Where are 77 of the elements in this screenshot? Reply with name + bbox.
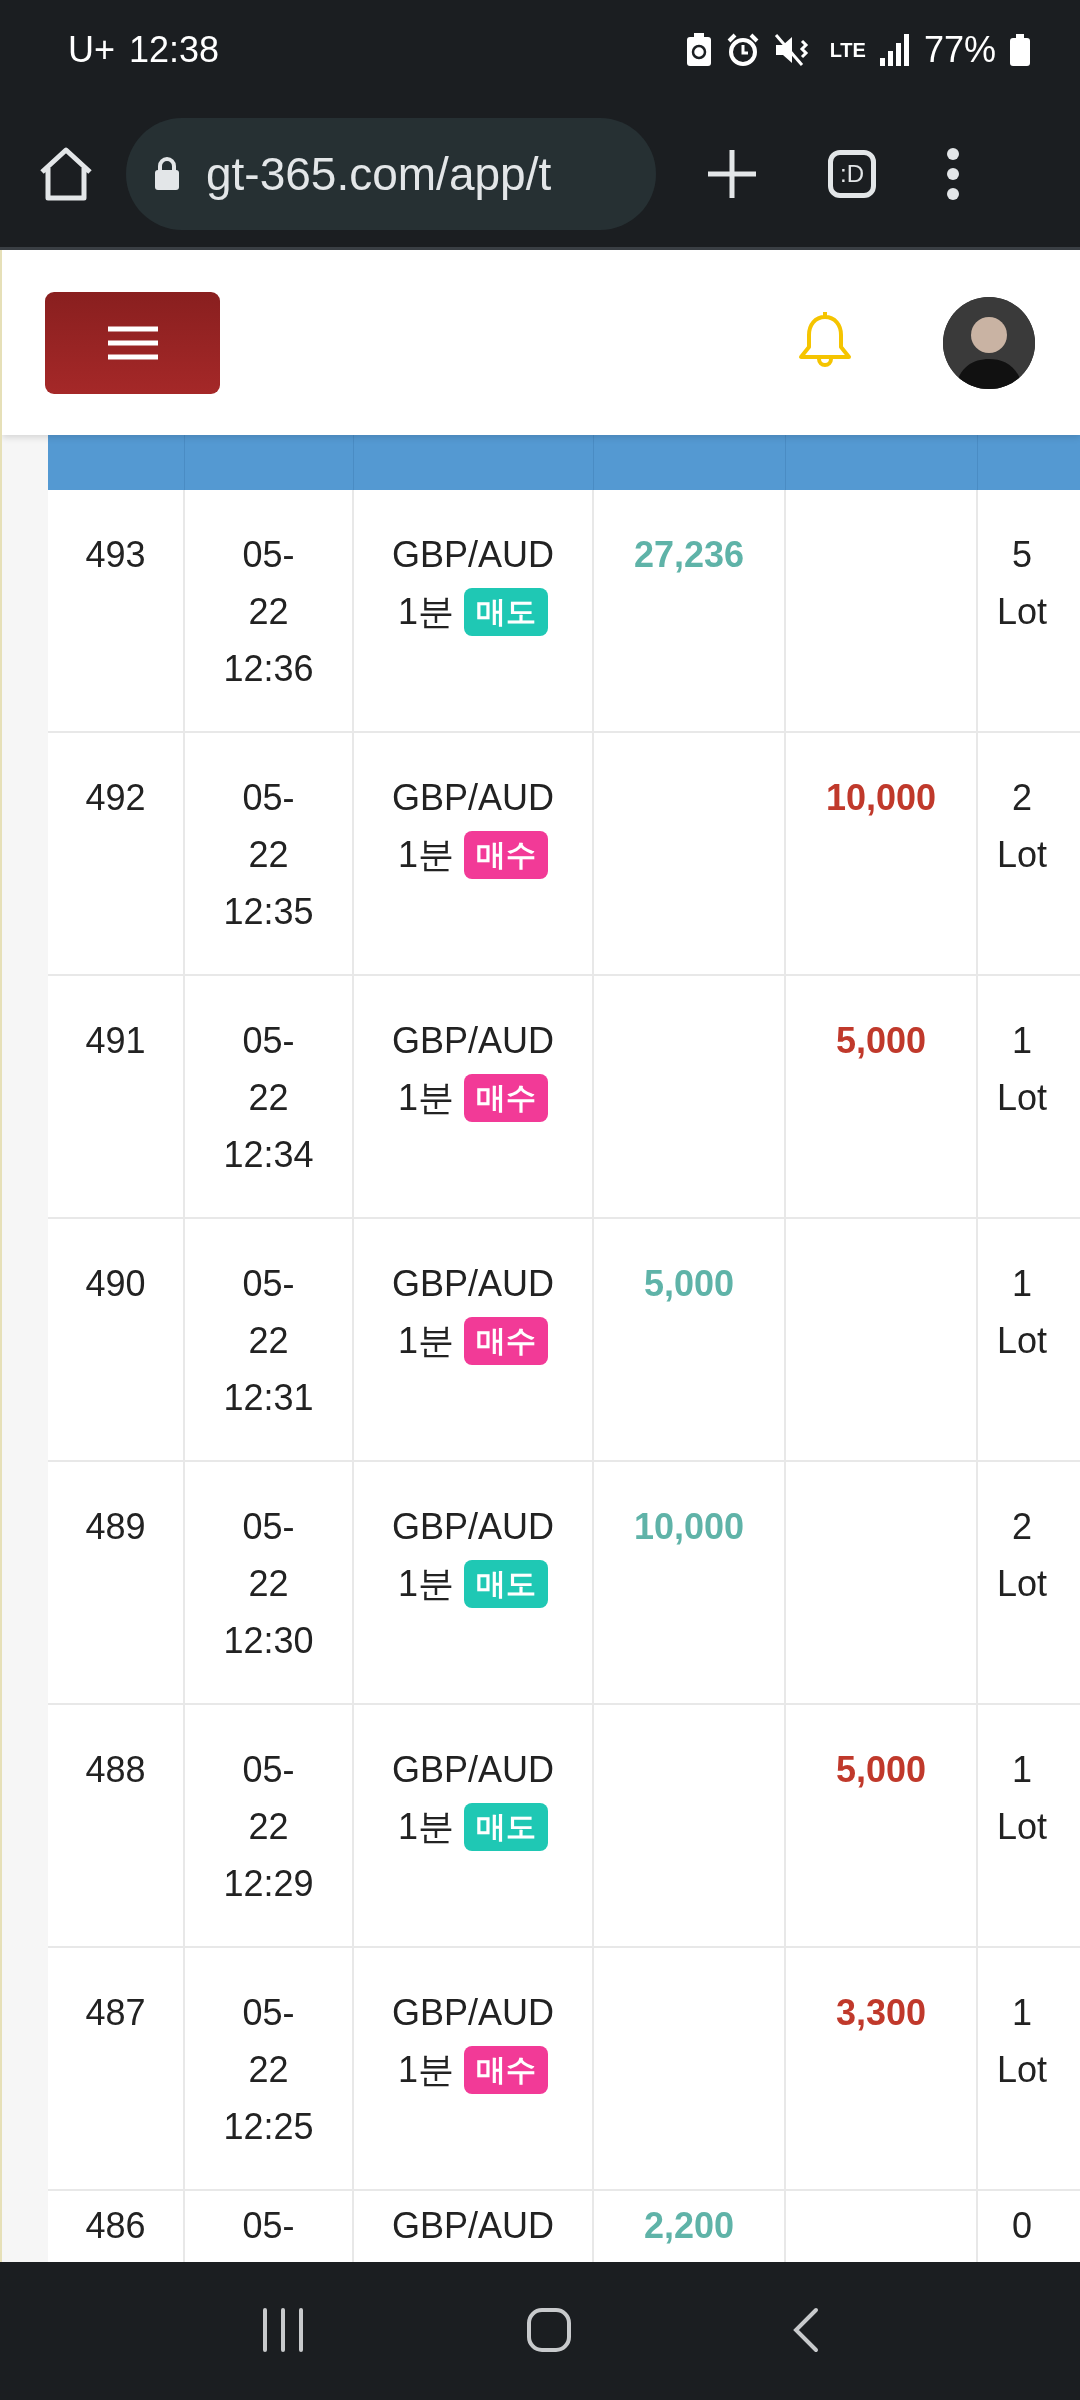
lot-size: 1 Lot bbox=[996, 1020, 1047, 1118]
mute-vibrate-icon bbox=[773, 33, 810, 67]
trade-type-badge: 매도 bbox=[464, 587, 548, 636]
lot-size: 1 Lot bbox=[996, 1263, 1047, 1361]
row-number: 493 bbox=[85, 534, 146, 575]
lot-size: 5 Lot bbox=[996, 534, 1047, 632]
period-label: 1분 bbox=[398, 2048, 454, 2092]
carrier-label: U+ bbox=[68, 29, 116, 71]
new-tab-button[interactable] bbox=[706, 147, 758, 200]
currency-pair: GBP/AUD bbox=[391, 1263, 554, 1304]
period-label: 1분 bbox=[398, 1805, 454, 1849]
currency-pair: GBP/AUD bbox=[391, 1749, 554, 1790]
row-number: 489 bbox=[85, 1506, 146, 1547]
trade-type-badge: 매도 bbox=[464, 1559, 548, 1608]
row-number: 488 bbox=[85, 1749, 146, 1790]
network-type-label: LTE bbox=[829, 38, 866, 62]
trade-date: 05- 22 12:34 bbox=[223, 1020, 314, 1175]
trade-date: 05- 22 12:31 bbox=[223, 1263, 314, 1418]
recent-apps-button[interactable] bbox=[260, 2307, 305, 2355]
battery-saver-icon bbox=[685, 33, 712, 67]
currency-pair: GBP/AUD bbox=[391, 1020, 554, 1061]
lot-size: 2 Lot bbox=[996, 777, 1047, 875]
menu-icon bbox=[107, 325, 158, 360]
lot-size: 2 Lot bbox=[996, 1506, 1047, 1604]
trade-date: 05- 22 12:36 bbox=[223, 534, 314, 689]
loss-amount: 10,000 bbox=[825, 777, 937, 818]
clock-time: 12:38 bbox=[129, 29, 220, 71]
url-text: gt-365.com/app/t bbox=[206, 146, 552, 201]
period-label: 1분 bbox=[398, 1562, 454, 1606]
more-icon bbox=[946, 146, 960, 201]
loss-amount: 5,000 bbox=[835, 1020, 927, 1061]
trade-type-badge: 매수 bbox=[464, 2045, 548, 2094]
currency-pair: GBP/AUD bbox=[391, 777, 554, 818]
row-number: 490 bbox=[85, 1263, 146, 1304]
back-icon bbox=[793, 2306, 820, 2353]
profit-amount: 10,000 bbox=[633, 1506, 745, 1547]
trade-type-badge: 매수 bbox=[464, 1073, 548, 1122]
lock-icon bbox=[154, 156, 180, 191]
row-number: 492 bbox=[85, 777, 146, 818]
period-label: 1분 bbox=[398, 1319, 454, 1363]
lot-size: 1 Lot bbox=[996, 1992, 1047, 2090]
signal-icon bbox=[879, 34, 910, 66]
lot-size: 0 bbox=[1012, 2205, 1032, 2246]
period-label: 1분 bbox=[398, 833, 454, 877]
recent-apps-icon bbox=[260, 2307, 305, 2352]
trade-date: 05- 22 12:25 bbox=[223, 1992, 314, 2147]
lot-size: 1 Lot bbox=[996, 1749, 1047, 1847]
address-bar[interactable]: gt-365.com/app/t bbox=[126, 117, 656, 230]
period-label: 1분 bbox=[398, 590, 454, 634]
row-number: 486 bbox=[85, 2205, 146, 2246]
more-menu-button[interactable] bbox=[946, 146, 960, 201]
trade-type-badge: 매도 bbox=[464, 1802, 548, 1851]
currency-pair: GBP/AUD bbox=[391, 2205, 554, 2246]
menu-button[interactable] bbox=[45, 291, 220, 394]
loss-amount: 3,300 bbox=[835, 1992, 927, 2033]
currency-pair: GBP/AUD bbox=[391, 1992, 554, 2033]
profit-amount: 27,236 bbox=[633, 534, 745, 575]
plus-icon bbox=[706, 147, 758, 200]
profit-amount: 2,200 bbox=[643, 2205, 735, 2246]
trade-date: 05- 22 12:30 bbox=[223, 1506, 314, 1661]
trade-date: 05- 22 12:29 bbox=[223, 1749, 314, 1904]
tab-switcher-button[interactable]: :D bbox=[828, 149, 876, 198]
battery-percent: 77% bbox=[923, 29, 996, 71]
trade-type-badge: 매수 bbox=[464, 830, 548, 879]
trade-date: 05- 22 12:35 bbox=[223, 777, 314, 932]
alarm-icon bbox=[725, 33, 760, 67]
trade-date: 05- bbox=[242, 2205, 295, 2246]
currency-pair: GBP/AUD bbox=[391, 534, 554, 575]
profit-amount: 5,000 bbox=[643, 1263, 735, 1304]
period-label: 1분 bbox=[398, 1076, 454, 1120]
trade-type-badge: 매수 bbox=[464, 1316, 548, 1365]
row-number: 491 bbox=[85, 1020, 146, 1061]
battery-icon bbox=[1010, 34, 1030, 66]
row-number: 487 bbox=[85, 1992, 146, 2033]
currency-pair: GBP/AUD bbox=[391, 1506, 554, 1547]
loss-amount: 5,000 bbox=[835, 1749, 927, 1790]
home-icon bbox=[526, 2306, 572, 2353]
